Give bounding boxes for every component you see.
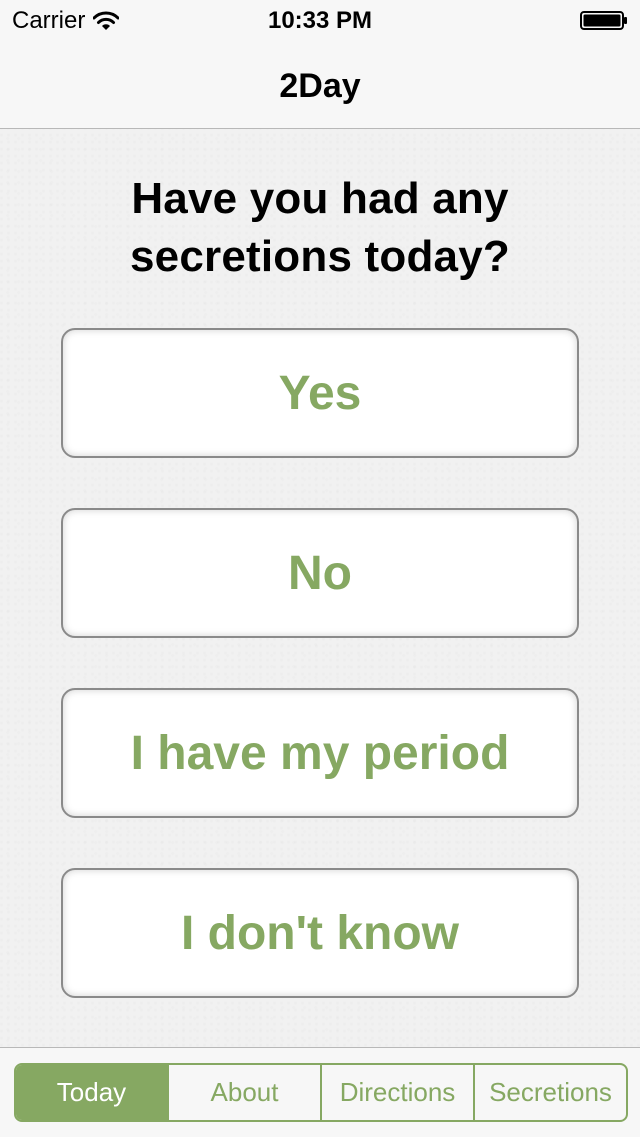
- page-title: 2Day: [279, 67, 361, 105]
- status-time: 10:33 PM: [267, 7, 373, 34]
- question-line-1: Have you had any: [131, 174, 509, 223]
- tab-today[interactable]: Today: [16, 1065, 167, 1120]
- yes-button[interactable]: Yes: [61, 328, 579, 458]
- period-button[interactable]: I have my period: [61, 688, 579, 818]
- question-heading: Have you had any secretions today?: [60, 170, 580, 286]
- tab-directions[interactable]: Directions: [320, 1065, 473, 1120]
- tab-about[interactable]: About: [167, 1065, 320, 1120]
- segmented-control: Today About Directions Secretions: [14, 1063, 628, 1122]
- question-line-2: secretions today?: [130, 232, 510, 281]
- tab-secretions[interactable]: Secretions: [473, 1065, 626, 1120]
- tab-bar: Today About Directions Secretions: [0, 1047, 640, 1137]
- no-button[interactable]: No: [61, 508, 579, 638]
- battery-icon: [580, 11, 627, 30]
- navigation-bar: 2Day: [0, 40, 640, 129]
- status-bar: Carrier 10:33 PM: [0, 0, 640, 40]
- dont-know-button[interactable]: I don't know: [61, 868, 579, 998]
- screen: Carrier 10:33 PM 2Day Have you had any s…: [0, 0, 640, 1137]
